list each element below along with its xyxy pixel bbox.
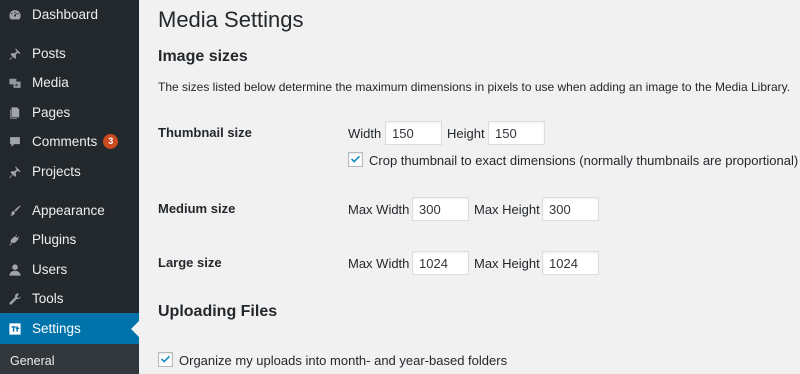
large-height-input[interactable] [542,251,599,275]
medium-width-input[interactable] [412,197,469,221]
plug-icon [8,233,22,247]
medium-height-label: Max Height [474,202,540,217]
sidebar-item-label: Tools [32,291,64,306]
sidebar-item-appearance[interactable]: Appearance [0,196,139,225]
active-menu-arrow [131,320,139,337]
crop-thumbnail-label: Crop thumbnail to exact dimensions (norm… [369,153,799,168]
sidebar-item-tools[interactable]: Tools [0,284,139,313]
comment-icon [8,135,22,149]
pages-icon [8,106,22,120]
media-icon [8,76,22,90]
thumbnail-size-label: Thumbnail size [158,125,252,140]
settings-icon [8,322,22,336]
sidebar-item-posts[interactable]: Posts [0,39,139,68]
large-height-label: Max Height [474,256,540,271]
crop-thumbnail-checkbox[interactable] [348,152,363,167]
sidebar-item-label: Dashboard [32,7,99,22]
large-width-input[interactable] [412,251,469,275]
sidebar-item-label: Plugins [32,232,77,247]
sidebar-item-comments[interactable]: Comments 3 [0,127,139,156]
sidebar-item-label: Comments [32,134,98,149]
sidebar-item-label: Users [32,262,68,277]
large-width-label: Max Width [348,256,410,271]
image-sizes-description: The sizes listed below determine the max… [158,80,791,94]
sidebar-item-dashboard[interactable]: Dashboard [0,0,139,29]
sidebar-item-label: Posts [32,46,66,61]
medium-height-input[interactable] [542,197,599,221]
organize-uploads-label: Organize my uploads into month- and year… [179,353,508,368]
thumbnail-width-input[interactable] [385,121,442,145]
sidebar-item-pages[interactable]: Pages [0,98,139,127]
sidebar-item-users[interactable]: Users [0,255,139,284]
admin-sidebar: Dashboard Posts Media Pages Comments 3 P… [0,0,139,374]
pin-icon [8,165,22,179]
section-heading-uploading-files: Uploading Files [158,303,278,320]
section-heading-image-sizes: Image sizes [158,48,248,65]
wrench-icon [8,292,22,306]
medium-width-label: Max Width [348,202,410,217]
user-icon [8,263,22,277]
paintbrush-icon [8,204,22,218]
thumbnail-height-input[interactable] [488,121,545,145]
medium-size-label: Medium size [158,201,236,216]
sidebar-item-media[interactable]: Media [0,68,139,97]
pin-icon [8,47,22,61]
sidebar-item-label: Appearance [32,203,105,218]
checkmark-icon [350,155,361,163]
large-size-label: Large size [158,255,222,270]
page-title: Media Settings [158,7,304,32]
submenu-item-general[interactable]: General [10,354,54,368]
sidebar-item-label: Projects [32,164,81,179]
thumbnail-height-label: Height [447,126,485,141]
dashboard-icon [8,8,22,22]
main-content: Media Settings Image sizes The sizes lis… [139,0,800,374]
sidebar-item-settings[interactable]: Settings [0,313,139,344]
sidebar-item-label: Pages [32,105,71,120]
sidebar-item-plugins[interactable]: Plugins [0,225,139,254]
checkmark-icon [160,355,171,363]
organize-uploads-checkbox[interactable] [158,352,173,367]
comment-count-badge: 3 [103,134,119,149]
thumbnail-width-label: Width [348,126,382,141]
sidebar-item-label: Media [32,75,69,90]
sidebar-item-projects[interactable]: Projects [0,157,139,186]
sidebar-item-label: Settings [32,321,81,336]
settings-submenu: General [0,344,139,374]
